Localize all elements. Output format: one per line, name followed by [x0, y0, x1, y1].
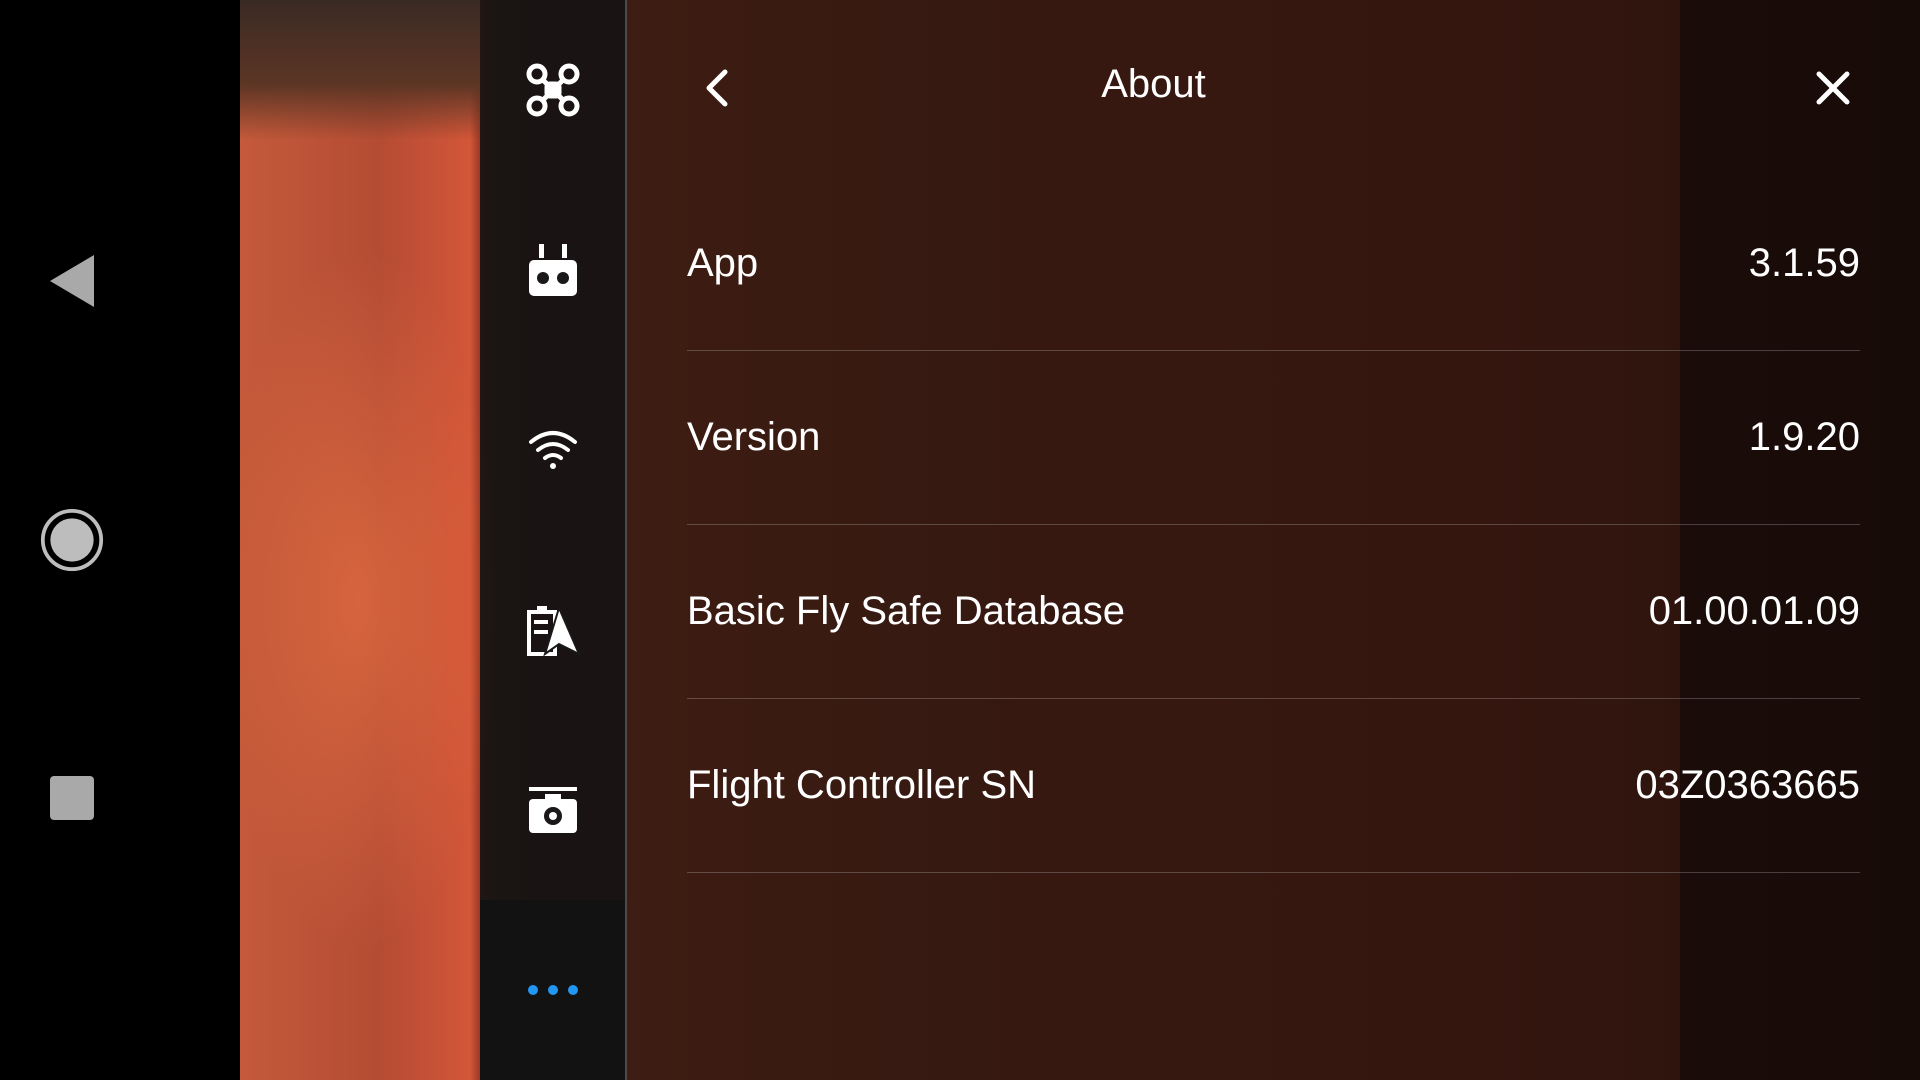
about-panel: About App 3.1.59 Version 1.9.20 Basic Fl… — [627, 0, 1860, 1080]
android-nav-bar — [0, 0, 240, 1080]
row-label: Version — [687, 415, 821, 459]
battery-flight-icon — [526, 605, 581, 656]
close-icon — [1816, 71, 1850, 105]
close-button[interactable] — [1805, 58, 1861, 118]
info-row-app: App 3.1.59 — [687, 176, 1860, 351]
more-dots-icon — [527, 985, 578, 995]
wifi-icon — [528, 431, 577, 469]
triangle-back-icon — [50, 255, 94, 307]
info-row-version: Version 1.9.20 — [687, 350, 1860, 525]
sidebar-item-camera[interactable] — [480, 720, 625, 900]
circle-home-icon — [40, 508, 104, 572]
sidebar-item-wifi[interactable] — [480, 360, 625, 540]
row-label: Flight Controller SN — [687, 763, 1037, 807]
sidebar-item-aircraft[interactable] — [480, 0, 625, 180]
row-value: 03Z0363665 — [1635, 763, 1860, 807]
info-row-fly-safe-db: Basic Fly Safe Database 01.00.01.09 — [687, 524, 1860, 699]
row-value: 01.00.01.09 — [1648, 589, 1860, 633]
row-value: 3.1.59 — [1748, 241, 1860, 285]
drone-icon — [526, 63, 579, 117]
remote-controller-icon — [528, 244, 577, 296]
nav-recents-button[interactable] — [40, 766, 104, 830]
sidebar-item-battery[interactable] — [480, 540, 625, 720]
row-value: 1.9.20 — [1748, 415, 1860, 459]
row-label: Basic Fly Safe Database — [687, 589, 1125, 633]
nav-back-button[interactable] — [40, 249, 104, 313]
page-title: About — [1101, 62, 1206, 106]
info-row-fc-sn: Flight Controller SN 03Z0363665 — [687, 698, 1860, 873]
sidebar-item-more[interactable] — [480, 900, 625, 1080]
feed-top-shadow — [240, 0, 480, 140]
sidebar-item-remote[interactable] — [480, 180, 625, 360]
camera-icon — [528, 787, 577, 833]
square-recents-icon — [50, 776, 94, 820]
settings-sidebar — [480, 0, 627, 1080]
nav-home-button[interactable] — [40, 508, 104, 572]
row-label: App — [687, 241, 759, 285]
